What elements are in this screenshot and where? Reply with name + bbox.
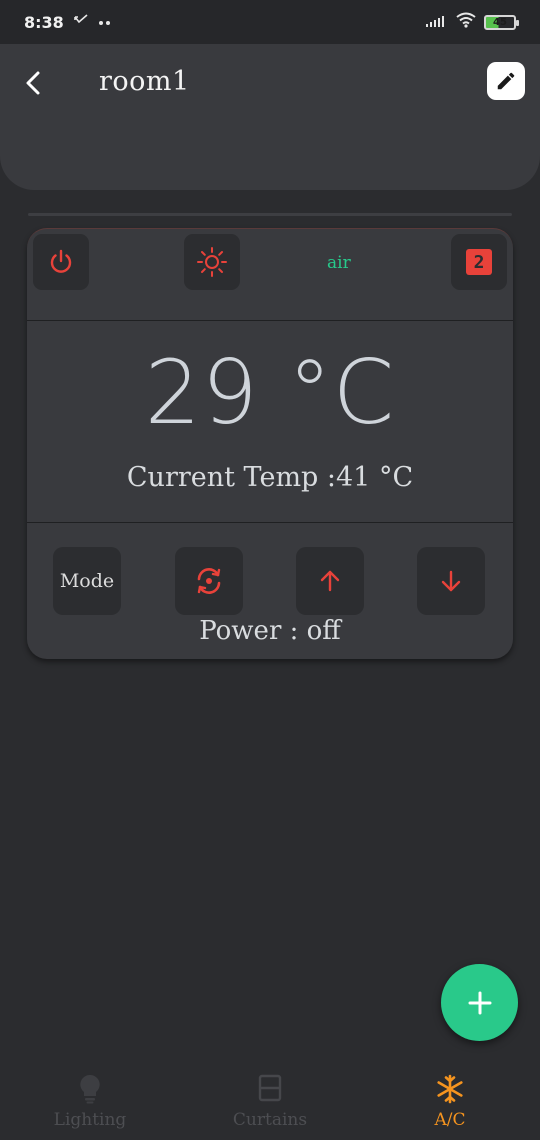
nav-label-curtains: Curtains: [232, 1110, 308, 1130]
divider: [28, 213, 512, 216]
fan-speed-badge: 2: [466, 249, 492, 275]
set-temperature: 29 °C: [144, 341, 396, 444]
arrow-up-icon: [320, 570, 340, 592]
swing-rotate-icon: [197, 568, 221, 594]
edit-button[interactable]: [487, 62, 525, 100]
nav-label-ac: A/C: [434, 1110, 466, 1130]
status-bar: 8:38 45: [0, 0, 540, 44]
status-time: 8:38: [24, 12, 64, 32]
air-mode-label: air: [327, 253, 351, 273]
power-icon: [50, 249, 72, 273]
mode-button[interactable]: Mode: [53, 547, 121, 615]
nav-item-curtains[interactable]: Curtains: [180, 1066, 360, 1140]
sun-icon: [197, 247, 227, 277]
temp-down-button[interactable]: [417, 547, 485, 615]
page-title: room1: [99, 66, 190, 97]
pencil-icon: [497, 72, 515, 90]
ac-top-row: air 2: [27, 229, 513, 320]
bottom-navigation: Lighting Curtains A/C: [0, 1066, 540, 1140]
brightness-button[interactable]: [184, 234, 240, 290]
nav-item-ac[interactable]: A/C: [360, 1066, 540, 1140]
nav-item-lighting[interactable]: Lighting: [0, 1066, 180, 1140]
plus-icon: [468, 991, 491, 1014]
add-button[interactable]: [441, 964, 518, 1041]
temp-up-button[interactable]: [296, 547, 364, 615]
battery-icon: 45: [484, 14, 519, 30]
ac-control-card: air 2 29 °C Current Temp :41 °C Mode Pow…: [27, 228, 513, 659]
curtain-icon: [258, 1074, 282, 1106]
snowflake-icon: [435, 1074, 465, 1108]
current-temperature: Current Temp :41 °C: [126, 462, 414, 493]
card-divider-bottom: [27, 522, 513, 523]
card-divider-top: [27, 320, 513, 321]
more-dots-icon: [98, 15, 112, 30]
wifi-icon: [456, 12, 476, 32]
fan-speed-button[interactable]: 2: [451, 234, 507, 290]
power-status: Power : off: [199, 616, 341, 646]
bulb-icon: [79, 1074, 101, 1108]
notification-check-icon: [73, 14, 88, 30]
power-button[interactable]: [33, 234, 89, 290]
nav-label-lighting: Lighting: [53, 1110, 127, 1130]
battery-level: 45: [493, 16, 507, 28]
swing-button[interactable]: [175, 547, 243, 615]
app-header: room1: [0, 44, 540, 190]
back-button[interactable]: [16, 66, 50, 100]
chevron-left-icon: [26, 71, 40, 95]
signal-icon: [426, 13, 448, 32]
arrow-down-icon: [441, 570, 461, 592]
